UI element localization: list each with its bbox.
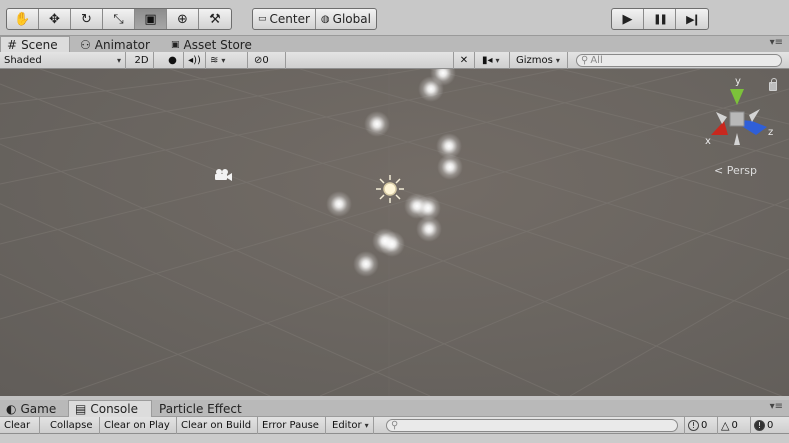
transform-tools-group: ✋ ✥ ↻ ⤡ ▣ ⊕ ⚒ bbox=[6, 8, 232, 30]
step-button[interactable]: ▶❙ bbox=[676, 9, 708, 29]
eye-slash-icon: ⊘ bbox=[254, 55, 263, 66]
axis-z-label: z bbox=[768, 127, 773, 138]
pivot-rotation-button[interactable]: ◍ Global bbox=[316, 9, 376, 29]
draw-mode-dropdown[interactable]: Shaded bbox=[0, 52, 126, 69]
point-light[interactable] bbox=[437, 154, 463, 180]
scene-tabbar: # Scene ⚇ Animator ▣ Asset Store ▾≡ bbox=[0, 36, 789, 53]
editor-dropdown[interactable]: Editor bbox=[328, 417, 374, 434]
pivot-label: Center bbox=[269, 12, 310, 26]
hidden-count: 0 bbox=[262, 55, 269, 66]
animator-icon: ⚇ bbox=[80, 37, 91, 52]
point-light[interactable] bbox=[364, 111, 390, 137]
point-light[interactable] bbox=[416, 216, 442, 242]
hidden-objects-toggle[interactable]: ⊘ 0 bbox=[250, 52, 286, 69]
error-pause-button[interactable]: Error Pause bbox=[258, 417, 326, 434]
tab-asset-store[interactable]: ▣ Asset Store bbox=[165, 36, 258, 53]
camera-object-icon[interactable] bbox=[215, 169, 232, 181]
tab-console[interactable]: ▤ Console bbox=[68, 400, 152, 417]
collapse-button[interactable]: Collapse bbox=[46, 417, 100, 434]
draw-mode-label: Shaded bbox=[4, 55, 42, 66]
tab-label: Scene bbox=[21, 38, 58, 52]
error-count: 0 bbox=[767, 420, 774, 431]
tab-label: Game bbox=[20, 401, 57, 416]
effects-icon: ≋ bbox=[210, 55, 219, 66]
console-log-area[interactable] bbox=[0, 434, 789, 443]
transform-tool-icon[interactable]: ⊕ bbox=[167, 9, 199, 29]
point-light[interactable] bbox=[418, 76, 444, 102]
tab-menu-icon[interactable]: ▾≡ bbox=[770, 37, 783, 48]
pivot-icon: ▭ bbox=[258, 14, 267, 24]
rotation-label: Global bbox=[332, 12, 371, 26]
tab-label: Particle Effect bbox=[159, 401, 242, 416]
info-count: 0 bbox=[701, 420, 708, 431]
directional-light-icon[interactable] bbox=[376, 175, 404, 203]
search-icon: ⚲ bbox=[581, 55, 589, 66]
lighting-icon[interactable]: ● bbox=[162, 52, 184, 69]
persp-label: Persp bbox=[726, 164, 757, 177]
globe-icon: ◍ bbox=[320, 13, 330, 25]
scene-toolbar: Shaded 2D ● ◂)) ≋ ⊘ 0 ✕ ▮◂ Gizmos ⚲ All bbox=[0, 52, 789, 69]
info-icon: ! bbox=[688, 420, 699, 431]
tools-icon[interactable]: ✕ bbox=[453, 52, 475, 69]
chevron-left-icon: < bbox=[714, 164, 724, 177]
scene-search-input[interactable]: ⚲ All bbox=[576, 54, 782, 67]
clear-on-play-button[interactable]: Clear on Play bbox=[100, 417, 177, 434]
effects-dropdown[interactable]: ≋ bbox=[206, 52, 248, 69]
tab-label: Asset Store bbox=[183, 37, 252, 52]
point-light[interactable] bbox=[353, 251, 379, 277]
editor-label: Editor bbox=[332, 420, 362, 431]
pivot-center-button[interactable]: ▭ Center bbox=[253, 9, 316, 29]
camera-icon: ▮◂ bbox=[482, 55, 493, 66]
error-counter[interactable]: ! 0 bbox=[750, 417, 784, 434]
info-counter[interactable]: ! 0 bbox=[684, 417, 716, 434]
gizmos-dropdown[interactable]: Gizmos bbox=[512, 52, 568, 69]
playback-group: ▶ ❚❚ ▶❙ bbox=[611, 8, 709, 30]
tab-scene[interactable]: # Scene bbox=[0, 36, 70, 53]
tab-menu-icon[interactable]: ▾≡ bbox=[770, 401, 783, 412]
point-light[interactable] bbox=[379, 231, 405, 257]
tab-label: Animator bbox=[94, 37, 150, 52]
point-light[interactable] bbox=[326, 191, 352, 217]
scene-viewport[interactable]: y x z < Persp bbox=[0, 69, 789, 396]
warning-count: 0 bbox=[731, 420, 738, 431]
main-toolbar: ✋ ✥ ↻ ⤡ ▣ ⊕ ⚒ ▭ Center ◍ Global ▶ ❚❚ ▶❙ bbox=[0, 0, 789, 36]
play-button[interactable]: ▶ bbox=[612, 9, 644, 29]
lock-icon[interactable] bbox=[769, 78, 777, 91]
move-tool-icon[interactable]: ✥ bbox=[39, 9, 71, 29]
clear-on-build-button[interactable]: Clear on Build bbox=[177, 417, 258, 434]
hand-tool-icon[interactable]: ✋ bbox=[7, 9, 39, 29]
search-icon: ⚲ bbox=[391, 420, 399, 431]
bottom-tabbar: ◐ Game ▤ Console Particle Effect ▾≡ bbox=[0, 400, 789, 417]
axis-x-label: x bbox=[705, 136, 711, 147]
clear-button[interactable]: Clear bbox=[0, 417, 40, 434]
rect-tool-icon[interactable]: ▣ bbox=[135, 9, 167, 29]
warning-counter[interactable]: △ 0 bbox=[717, 417, 749, 434]
pause-button[interactable]: ❚❚ bbox=[644, 9, 676, 29]
mode-2d-toggle[interactable]: 2D bbox=[130, 52, 154, 69]
rotate-tool-icon[interactable]: ↻ bbox=[71, 9, 103, 29]
camera-dropdown[interactable]: ▮◂ bbox=[478, 52, 510, 69]
tab-game[interactable]: ◐ Game bbox=[0, 400, 62, 417]
audio-icon[interactable]: ◂)) bbox=[184, 52, 206, 69]
grid-icon: # bbox=[7, 38, 18, 52]
tab-label: Console bbox=[90, 402, 138, 416]
console-toolbar: Clear Collapse Clear on Play Clear on Bu… bbox=[0, 417, 789, 434]
custom-tool-icon[interactable]: ⚒ bbox=[199, 9, 231, 29]
console-icon: ▤ bbox=[75, 402, 87, 416]
console-search-input[interactable]: ⚲ bbox=[386, 419, 678, 432]
store-icon: ▣ bbox=[171, 39, 180, 50]
gizmos-label: Gizmos bbox=[516, 55, 553, 66]
search-placeholder: All bbox=[590, 55, 603, 66]
scale-tool-icon[interactable]: ⤡ bbox=[103, 9, 135, 29]
projection-toggle[interactable]: < Persp bbox=[714, 164, 757, 177]
pivot-group: ▭ Center ◍ Global bbox=[252, 8, 377, 30]
axis-y-label: y bbox=[735, 76, 741, 87]
error-icon: ! bbox=[754, 420, 765, 431]
game-icon: ◐ bbox=[6, 401, 17, 416]
tab-animator[interactable]: ⚇ Animator bbox=[74, 36, 156, 53]
warning-icon: △ bbox=[721, 419, 730, 432]
tab-particle-effect[interactable]: Particle Effect bbox=[153, 400, 248, 417]
